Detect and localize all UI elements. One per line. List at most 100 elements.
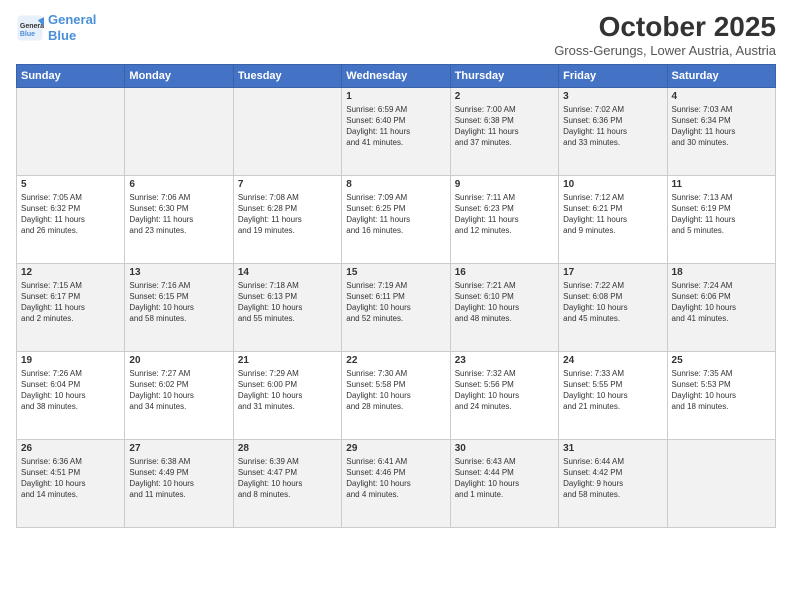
day-info: Sunrise: 7:26 AM Sunset: 6:04 PM Dayligh… [21, 368, 120, 413]
day-cell: 17Sunrise: 7:22 AM Sunset: 6:08 PM Dayli… [559, 263, 667, 351]
day-info: Sunrise: 7:32 AM Sunset: 5:56 PM Dayligh… [455, 368, 554, 413]
day-cell: 31 Sunrise: 6:44 AM Sunset: 4:42 PM Dayli… [559, 439, 667, 527]
svg-text:General: General [20, 23, 44, 30]
day-number: 23 [455, 355, 554, 366]
day-cell: 19 Sunrise: 7:26 AM Sunset: 6:04 PM Dayli… [17, 351, 125, 439]
svg-text:Blue: Blue [20, 30, 35, 37]
week-row-1: 5 Sunrise: 7:05 AM Sunset: 6:32 PM Daylig… [17, 175, 776, 263]
col-tuesday: Tuesday [233, 64, 341, 87]
day-info: Sunrise: 6:38 AM Sunset: 4:49 PM Dayligh… [129, 456, 228, 501]
day-info: Sunrise: 6:39 AM Sunset: 4:47 PM Dayligh… [238, 456, 337, 501]
day-info: Sunrise: 7:30 AM Sunset: 5:58 PM Dayligh… [346, 368, 445, 413]
day-cell [125, 87, 233, 175]
day-number: 15 [346, 267, 445, 278]
col-wednesday: Wednesday [342, 64, 450, 87]
day-info: Sunrise: 7:08 AM Sunset: 6:28 PM Dayligh… [238, 192, 337, 237]
day-info: Sunrise: 6:59 AM Sunset: 6:40 PM Dayligh… [346, 104, 445, 149]
day-number: 2 [455, 91, 554, 102]
logo-line1: General [48, 12, 96, 27]
day-cell: 18Sunrise: 7:24 AM Sunset: 6:06 PM Dayli… [667, 263, 775, 351]
day-number: 21 [238, 355, 337, 366]
day-cell: 7 Sunrise: 7:08 AM Sunset: 6:28 PM Daylig… [233, 175, 341, 263]
day-number: 9 [455, 179, 554, 190]
day-number: 1 [346, 91, 445, 102]
day-info: Sunrise: 7:13 AM Sunset: 6:19 PM Dayligh… [672, 192, 771, 237]
day-cell: 1 Sunrise: 6:59 AM Sunset: 6:40 PM Daylig… [342, 87, 450, 175]
col-friday: Friday [559, 64, 667, 87]
day-info: Sunrise: 7:05 AM Sunset: 6:32 PM Dayligh… [21, 192, 120, 237]
day-info: Sunrise: 7:03 AM Sunset: 6:34 PM Dayligh… [672, 104, 771, 149]
day-number: 11 [672, 179, 771, 190]
day-number: 12 [21, 267, 120, 278]
title-block: October 2025 Gross-Gerungs, Lower Austri… [554, 12, 776, 58]
day-info: Sunrise: 6:44 AM Sunset: 4:42 PM Dayligh… [563, 456, 662, 501]
day-cell [17, 87, 125, 175]
day-cell: 11 Sunrise: 7:13 AM Sunset: 6:19 PM Dayli… [667, 175, 775, 263]
day-info: Sunrise: 7:02 AM Sunset: 6:36 PM Dayligh… [563, 104, 662, 149]
day-info: Sunrise: 6:41 AM Sunset: 4:46 PM Dayligh… [346, 456, 445, 501]
day-info: Sunrise: 7:16 AM Sunset: 6:15 PM Dayligh… [129, 280, 228, 325]
day-cell: 27 Sunrise: 6:38 AM Sunset: 4:49 PM Dayli… [125, 439, 233, 527]
day-cell: 15 Sunrise: 7:19 AM Sunset: 6:11 PM Dayli… [342, 263, 450, 351]
day-number: 29 [346, 443, 445, 454]
week-row-0: 1 Sunrise: 6:59 AM Sunset: 6:40 PM Daylig… [17, 87, 776, 175]
day-cell: 20Sunrise: 7:27 AM Sunset: 6:02 PM Dayli… [125, 351, 233, 439]
day-number: 7 [238, 179, 337, 190]
day-cell: 25 Sunrise: 7:35 AM Sunset: 5:53 PM Dayli… [667, 351, 775, 439]
logo-icon: General Blue [16, 14, 44, 42]
day-number: 28 [238, 443, 337, 454]
day-cell: 9 Sunrise: 7:11 AM Sunset: 6:23 PM Daylig… [450, 175, 558, 263]
day-cell: 28 Sunrise: 6:39 AM Sunset: 4:47 PM Dayli… [233, 439, 341, 527]
day-number: 25 [672, 355, 771, 366]
day-number: 26 [21, 443, 120, 454]
logo-line2: Blue [48, 28, 76, 43]
day-info: Sunrise: 7:09 AM Sunset: 6:25 PM Dayligh… [346, 192, 445, 237]
day-number: 30 [455, 443, 554, 454]
day-info: Sunrise: 7:19 AM Sunset: 6:11 PM Dayligh… [346, 280, 445, 325]
header: General Blue General Blue October 2025 G… [16, 12, 776, 58]
day-cell: 21 Sunrise: 7:29 AM Sunset: 6:00 PM Dayli… [233, 351, 341, 439]
week-row-2: 12Sunrise: 7:15 AM Sunset: 6:17 PM Dayli… [17, 263, 776, 351]
day-number: 18 [672, 267, 771, 278]
day-info: Sunrise: 7:00 AM Sunset: 6:38 PM Dayligh… [455, 104, 554, 149]
logo: General Blue General Blue [16, 12, 96, 43]
day-cell: 22 Sunrise: 7:30 AM Sunset: 5:58 PM Dayli… [342, 351, 450, 439]
day-info: Sunrise: 7:35 AM Sunset: 5:53 PM Dayligh… [672, 368, 771, 413]
week-row-3: 19 Sunrise: 7:26 AM Sunset: 6:04 PM Dayli… [17, 351, 776, 439]
day-cell: 29 Sunrise: 6:41 AM Sunset: 4:46 PM Dayli… [342, 439, 450, 527]
day-cell: 8Sunrise: 7:09 AM Sunset: 6:25 PM Daylig… [342, 175, 450, 263]
day-number: 10 [563, 179, 662, 190]
day-number: 14 [238, 267, 337, 278]
day-cell: 14 Sunrise: 7:18 AM Sunset: 6:13 PM Dayli… [233, 263, 341, 351]
logo-text: General Blue [48, 12, 96, 43]
day-number: 19 [21, 355, 120, 366]
day-cell: 2 Sunrise: 7:00 AM Sunset: 6:38 PM Daylig… [450, 87, 558, 175]
day-number: 5 [21, 179, 120, 190]
day-info: Sunrise: 6:43 AM Sunset: 4:44 PM Dayligh… [455, 456, 554, 501]
day-info: Sunrise: 7:22 AM Sunset: 6:08 PM Dayligh… [563, 280, 662, 325]
header-row: Sunday Monday Tuesday Wednesday Thursday… [17, 64, 776, 87]
day-info: Sunrise: 7:18 AM Sunset: 6:13 PM Dayligh… [238, 280, 337, 325]
day-number: 24 [563, 355, 662, 366]
day-number: 22 [346, 355, 445, 366]
day-number: 13 [129, 267, 228, 278]
calendar-table: Sunday Monday Tuesday Wednesday Thursday… [16, 64, 776, 528]
day-cell: 12Sunrise: 7:15 AM Sunset: 6:17 PM Dayli… [17, 263, 125, 351]
day-cell: 30 Sunrise: 6:43 AM Sunset: 4:44 PM Dayli… [450, 439, 558, 527]
day-info: Sunrise: 7:12 AM Sunset: 6:21 PM Dayligh… [563, 192, 662, 237]
day-cell: 24 Sunrise: 7:33 AM Sunset: 5:55 PM Dayli… [559, 351, 667, 439]
day-cell: 13 Sunrise: 7:16 AM Sunset: 6:15 PM Dayli… [125, 263, 233, 351]
day-number: 20 [129, 355, 228, 366]
day-number: 16 [455, 267, 554, 278]
day-number: 27 [129, 443, 228, 454]
day-cell: 16Sunrise: 7:21 AM Sunset: 6:10 PM Dayli… [450, 263, 558, 351]
day-number: 31 [563, 443, 662, 454]
col-thursday: Thursday [450, 64, 558, 87]
day-cell [233, 87, 341, 175]
day-info: Sunrise: 7:11 AM Sunset: 6:23 PM Dayligh… [455, 192, 554, 237]
day-info: Sunrise: 7:29 AM Sunset: 6:00 PM Dayligh… [238, 368, 337, 413]
day-cell: 23 Sunrise: 7:32 AM Sunset: 5:56 PM Dayli… [450, 351, 558, 439]
day-cell: 10 Sunrise: 7:12 AM Sunset: 6:21 PM Dayli… [559, 175, 667, 263]
day-number: 6 [129, 179, 228, 190]
day-info: Sunrise: 7:33 AM Sunset: 5:55 PM Dayligh… [563, 368, 662, 413]
